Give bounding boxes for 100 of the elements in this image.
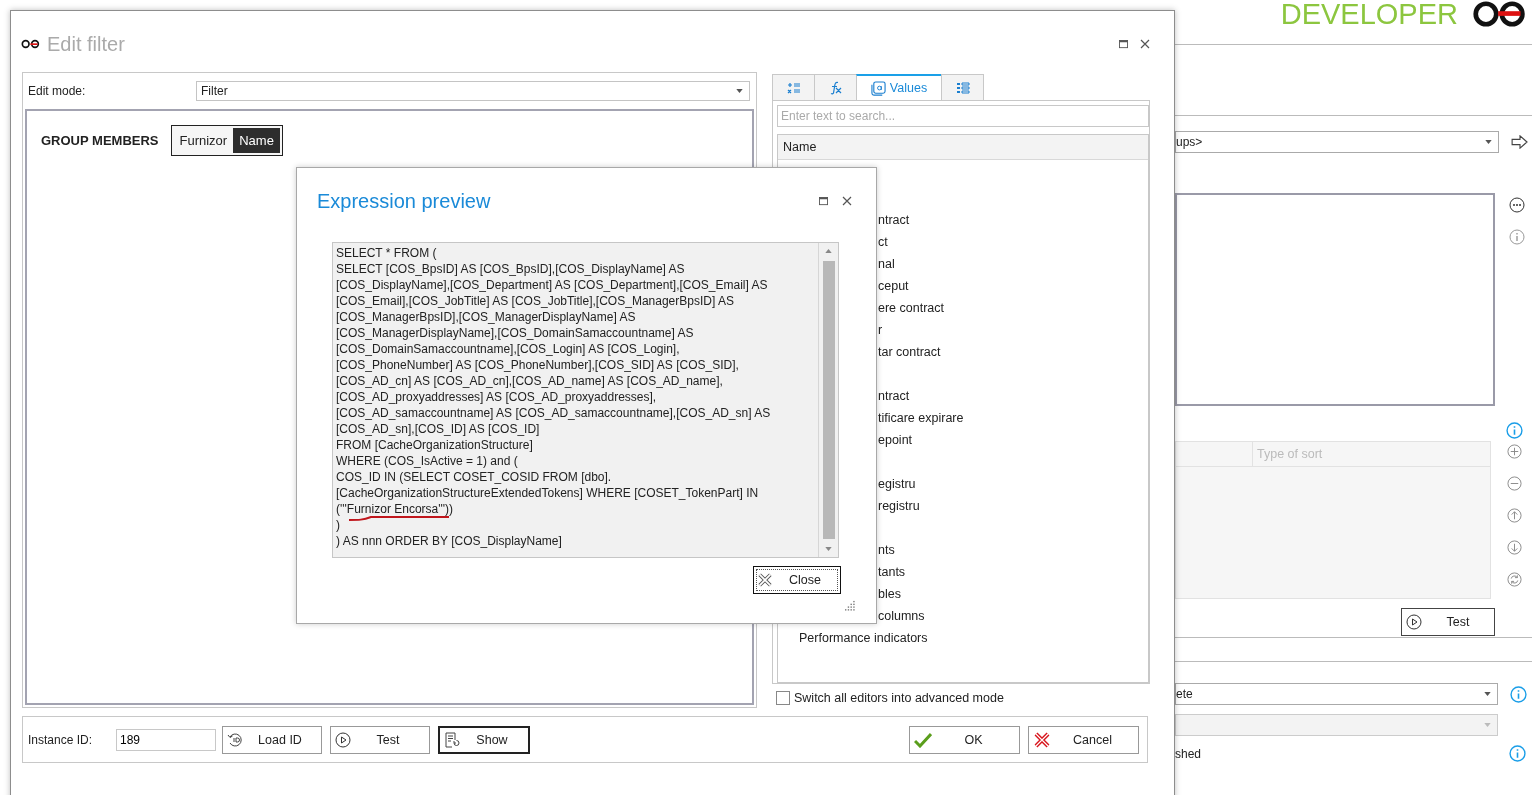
group-label: GROUP MEMBERS [41,133,159,148]
dropdown-arrow-icon [736,89,743,93]
arrow-right-icon[interactable] [1511,135,1529,149]
add-icon[interactable] [1507,444,1522,459]
list-item[interactable]: ceput [878,275,909,297]
brand-name: DEVELOPER [1280,0,1458,28]
dropdown[interactable]: ete [1175,683,1498,705]
remove-icon[interactable] [1507,476,1522,491]
list-item[interactable]: ct [878,231,888,253]
scrollbar[interactable] [818,243,838,557]
dialog-title: Edit filter [47,32,125,56]
list-item[interactable]: ntract [878,209,910,231]
test-button[interactable]: Test [330,725,430,754]
document-icon [444,731,460,748]
close-icon[interactable] [1140,39,1150,49]
function-icon [828,80,843,95]
values-icon [870,80,886,96]
search-field[interactable]: Enter text to search... [777,105,1149,127]
list-item[interactable]: epoint [878,429,913,451]
code-line: [COS_PhoneNumber] AS [COS_PhoneNumber],[COS_SID] AS [COS_SID], [336,357,739,373]
code-line: SELECT [COS_BpsID] AS [COS_BpsID],[COS_DisplayName] AS [336,261,685,277]
dropdown-arrow-icon [1484,723,1491,727]
list-item[interactable]: nal [878,253,895,275]
list-item[interactable]: r [878,319,883,341]
resize-grip-icon[interactable] [845,600,856,611]
list-item[interactable]: columns [878,605,925,627]
scroll-up-icon[interactable] [825,249,832,253]
edit-mode-label: Edit mode: [28,84,87,98]
cancel-button[interactable]: Cancel [1028,725,1139,754]
list-item[interactable]: bles [878,583,901,605]
code-line: [COS_AD_sn],[COS_ID] AS [COS_ID] [336,421,540,437]
list-item[interactable]: tants [878,561,906,583]
scroll-down-icon[interactable] [825,547,832,551]
test-button[interactable]: Test [1401,608,1495,636]
edit-mode-dropdown[interactable]: Filter [196,81,750,101]
list-item[interactable]: registru [878,495,920,517]
code-line: [CacheOrganizationStructureExtendedTokens] WHERE [COSET_TokenPart] IN [336,485,759,501]
arrow-up-icon[interactable] [1507,508,1522,523]
code-line: COS_ID IN (SELECT COSET_COSID FROM [dbo]. [336,469,612,485]
logo-icon [21,39,41,49]
cancel-icon [1033,730,1051,749]
dropdown-arrow-icon [1485,140,1492,144]
code-line: [COS_AD_cn] AS [COS_AD_cn],[COS_AD_name] AS [COS_AD_name], [336,373,723,389]
checkbox[interactable] [776,691,790,705]
refresh-icon[interactable] [1507,572,1522,587]
instance-id-label: Instance ID: [28,732,94,747]
play-icon [1406,614,1422,630]
ok-button[interactable]: OK [909,725,1020,754]
text-area[interactable] [1175,193,1495,406]
info-icon[interactable] [1506,422,1523,439]
code-line: SELECT * FROM ( [336,245,437,261]
code-line: [COS_ManagerBpsID],[COS_ManagerDisplayName] AS [336,309,636,325]
close-icon [757,572,773,588]
code-line: ) AS nnn ORDER BY [COS_DisplayName] [336,533,562,549]
info-icon[interactable] [1509,745,1526,762]
list-item[interactable]: ntract [878,385,910,407]
code-line: [COS_DomainSamaccountname],[COS_Login] AS [COS_Login], [336,341,680,357]
maximize-icon[interactable] [1119,39,1128,49]
checkmark-icon [914,731,932,748]
list-item[interactable]: egistru [878,473,916,495]
code-line: ('''Furnizor Encorsa''')) [336,501,454,517]
list-item[interactable]: Performance indicators [778,627,928,649]
list-icon [955,81,970,94]
checkbox-label: Switch all editors into advanced mode [794,691,1004,705]
list-item[interactable]: ere contract [878,297,944,319]
code-line: WHERE (COS_IsActive = 1) and ( [336,453,518,469]
more-icon[interactable] [1509,197,1525,213]
column-header: Name [783,140,817,154]
list-item[interactable]: tificare expirare [878,407,964,429]
code-line: [COS_AD_proxyaddresses] AS [COS_AD_proxyaddresses], [336,389,657,405]
instance-id-field[interactable]: 189 [116,728,216,751]
code-line: [COS_AD_samaccountname] AS [COS_AD_samaccountname],[COS_AD_sn] AS [336,405,771,421]
show-button[interactable]: Show [438,725,530,754]
maximize-icon[interactable] [819,196,828,206]
close-button[interactable]: Close [753,566,841,594]
operators-icon [786,81,801,94]
chip-text: Name [233,128,280,153]
condition-chip[interactable]: Furnizor Name [170,125,283,156]
code-line: ) [336,517,340,533]
info-icon[interactable] [1510,685,1527,703]
arrow-down-icon[interactable] [1507,540,1522,555]
list-item[interactable]: nts [878,539,895,561]
code-line: FROM [CacheOrganizationStructure] [336,437,533,453]
operators-tab[interactable] [772,74,815,100]
play-icon [335,731,351,748]
code-line: [COS_Email],[COS_JobTitle] AS [COS_JobTitle],[COS_ManagerBpsID] AS [336,293,734,309]
load-button[interactable]: Load ID [222,725,322,754]
info-icon[interactable] [1509,229,1525,245]
list-tab[interactable] [941,74,984,100]
code-line: [COS_DisplayName],[COS_Department] AS [COS_Department],[COS_Email] AS [336,277,768,293]
code-line: [COS_ManagerDisplayName],[COS_DomainSamaccountname] AS [336,325,694,341]
list-item[interactable]: tar contract [878,341,941,363]
window-title: Expression preview [317,189,491,213]
functions-tab[interactable] [814,74,857,100]
dropdown-arrow-icon [1484,692,1491,696]
field-label: shed [1175,746,1202,761]
chip-text: Furnizor [178,132,229,150]
dropdown[interactable]: ups> [1175,131,1499,153]
close-icon[interactable] [842,196,852,206]
load-id-icon [227,731,243,748]
